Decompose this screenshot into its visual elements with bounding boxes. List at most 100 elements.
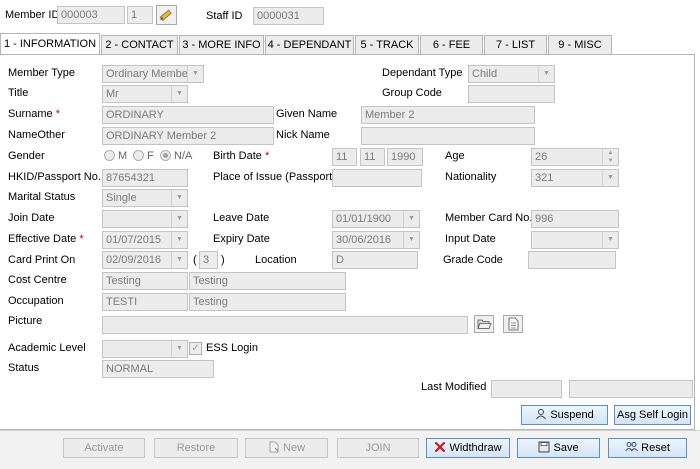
nick-name-label: Nick Name [276, 129, 330, 141]
last-modified-by-field[interactable] [491, 380, 562, 398]
status-field[interactable]: NORMAL [102, 360, 214, 378]
tab-misc[interactable]: 9 - MISC [548, 35, 612, 54]
tab-fee[interactable]: 6 - FEE [420, 35, 483, 54]
staff-id-field[interactable]: 0000031 [253, 7, 324, 25]
chevron-down-icon: ▼ [171, 211, 187, 227]
member-type-select[interactable]: Ordinary Member ▼ [102, 65, 204, 83]
join-button[interactable]: JOIN [337, 438, 419, 458]
document-icon [508, 317, 519, 331]
tab-list[interactable]: 7 - LIST [484, 35, 547, 54]
red-x-icon [435, 441, 446, 453]
cost-centre-code-field[interactable]: Testing [102, 272, 188, 290]
chevron-down-icon: ▼ [187, 66, 203, 82]
chevron-down-icon: ▼ [403, 232, 419, 248]
birth-month-field[interactable]: 11 [360, 148, 385, 166]
lookup-button[interactable] [156, 5, 177, 25]
activate-button[interactable]: Activate [63, 438, 145, 458]
age-label: Age [445, 150, 465, 162]
tab-contact[interactable]: 2 - CONTACT [101, 35, 178, 54]
hkid-field[interactable]: 87654321 [102, 169, 188, 187]
spinner-icon[interactable]: ▲ ▼ [602, 149, 618, 165]
view-document-button[interactable] [503, 315, 523, 333]
gender-na-label: N/A [174, 150, 193, 162]
grade-code-field[interactable] [528, 251, 616, 269]
location-label: Location [255, 254, 297, 266]
chevron-down-icon: ▼ [403, 211, 419, 227]
picture-path-field[interactable] [102, 316, 468, 334]
gender-f-radio[interactable] [133, 150, 144, 161]
tab-bar: 1 - INFORMATION 2 - CONTACT 3 - MORE INF… [0, 33, 700, 55]
card-print-count-field[interactable]: 3 [199, 251, 218, 269]
given-name-label: Given Name [276, 108, 338, 120]
reset-button[interactable]: Reset [608, 438, 687, 458]
birth-day-field[interactable]: 11 [332, 148, 357, 166]
effective-date-select[interactable]: 01/07/2015 ▼ [102, 231, 188, 249]
marital-select[interactable]: Single ▼ [102, 189, 188, 207]
paren-close: ) [221, 254, 225, 266]
new-button[interactable]: New [245, 438, 328, 458]
age-stepper[interactable]: 26 ▲ ▼ [531, 148, 619, 166]
restore-button[interactable]: Restore [154, 438, 238, 458]
surname-label: Surname * [8, 108, 60, 120]
academic-level-label: Academic Level [8, 342, 86, 354]
group-code-field[interactable] [468, 85, 555, 103]
marital-label: Marital Status [8, 191, 76, 203]
location-field[interactable]: D [332, 251, 418, 269]
dependant-type-select[interactable]: Child ▼ [468, 65, 555, 83]
surname-field[interactable]: ORDINARY [102, 106, 274, 124]
chevron-down-icon: ▼ [171, 86, 187, 102]
last-modified-on-field[interactable] [569, 380, 693, 398]
tab-track[interactable]: 5 - TRACK [355, 35, 419, 54]
chevron-down-icon: ▼ [171, 190, 187, 206]
occupation-code-field[interactable]: TESTI [102, 293, 188, 311]
leave-date-label: Leave Date [213, 212, 270, 224]
place-issue-field[interactable] [332, 169, 422, 187]
card-print-select[interactable]: 02/09/2016 ▼ [102, 251, 188, 269]
tab-information[interactable]: 1 - INFORMATION [0, 33, 100, 55]
place-issue-label: Place of Issue (Passport) [213, 171, 336, 183]
cost-centre-name-field[interactable]: Testing [189, 272, 346, 290]
nationality-select[interactable]: 321 ▼ [531, 169, 619, 187]
suspend-button[interactable]: Suspend [521, 405, 608, 425]
join-date-select[interactable]: ▼ [102, 210, 188, 228]
title-label: Title [8, 87, 29, 99]
chevron-down-icon: ▼ [602, 170, 618, 186]
cost-centre-label: Cost Centre [8, 274, 67, 286]
checkmark-icon: ✓ [191, 343, 200, 354]
gender-na-radio[interactable] [160, 150, 171, 161]
status-label: Status [8, 362, 40, 374]
effective-date-label: Effective Date * [8, 233, 84, 245]
given-name-field[interactable]: Member 2 [361, 106, 535, 124]
save-button[interactable]: Save [517, 438, 600, 458]
asg-self-login-button[interactable]: Asg Self Login [614, 405, 691, 425]
name-other-label: NameOther [8, 129, 65, 141]
gender-f-label: F [147, 150, 154, 162]
academic-level-select[interactable]: ▼ [102, 340, 188, 358]
tab-dependant[interactable]: 4 - DEPENDANT [265, 35, 354, 54]
leave-date-select[interactable]: 01/01/1900 ▼ [332, 210, 420, 228]
member-id-field[interactable]: 000003 [57, 6, 125, 24]
title-select[interactable]: Mr ▼ [102, 85, 188, 103]
gender-m-radio[interactable] [104, 150, 115, 161]
hkid-label: HKID/Passport No. [8, 171, 101, 183]
occupation-name-field[interactable]: Testing [189, 293, 346, 311]
new-document-icon [269, 441, 279, 453]
nationality-label: Nationality [445, 171, 497, 183]
required-asterisk: * [79, 233, 84, 245]
browse-button[interactable] [474, 315, 494, 333]
tab-more-info[interactable]: 3 - MORE INFO [179, 35, 264, 54]
last-modified-label: Last Modified [421, 381, 487, 393]
expiry-date-select[interactable]: 30/06/2016 ▼ [332, 231, 420, 249]
staff-id-label: Staff ID [206, 10, 243, 22]
name-other-field[interactable]: ORDINARY Member 2 [102, 127, 274, 145]
group-code-label: Group Code [382, 87, 442, 99]
member-id-seq-field[interactable]: 1 [127, 6, 153, 24]
ess-login-checkbox[interactable]: ✓ [189, 342, 202, 355]
input-date-select[interactable]: ▼ [531, 231, 619, 249]
withdraw-button[interactable]: Widthdraw [426, 438, 510, 458]
chevron-down-icon: ▼ [171, 252, 187, 268]
birth-year-field[interactable]: 1990 [387, 148, 423, 166]
occupation-label: Occupation [8, 295, 64, 307]
member-card-field[interactable]: 996 [531, 210, 619, 228]
nick-name-field[interactable] [361, 127, 535, 145]
